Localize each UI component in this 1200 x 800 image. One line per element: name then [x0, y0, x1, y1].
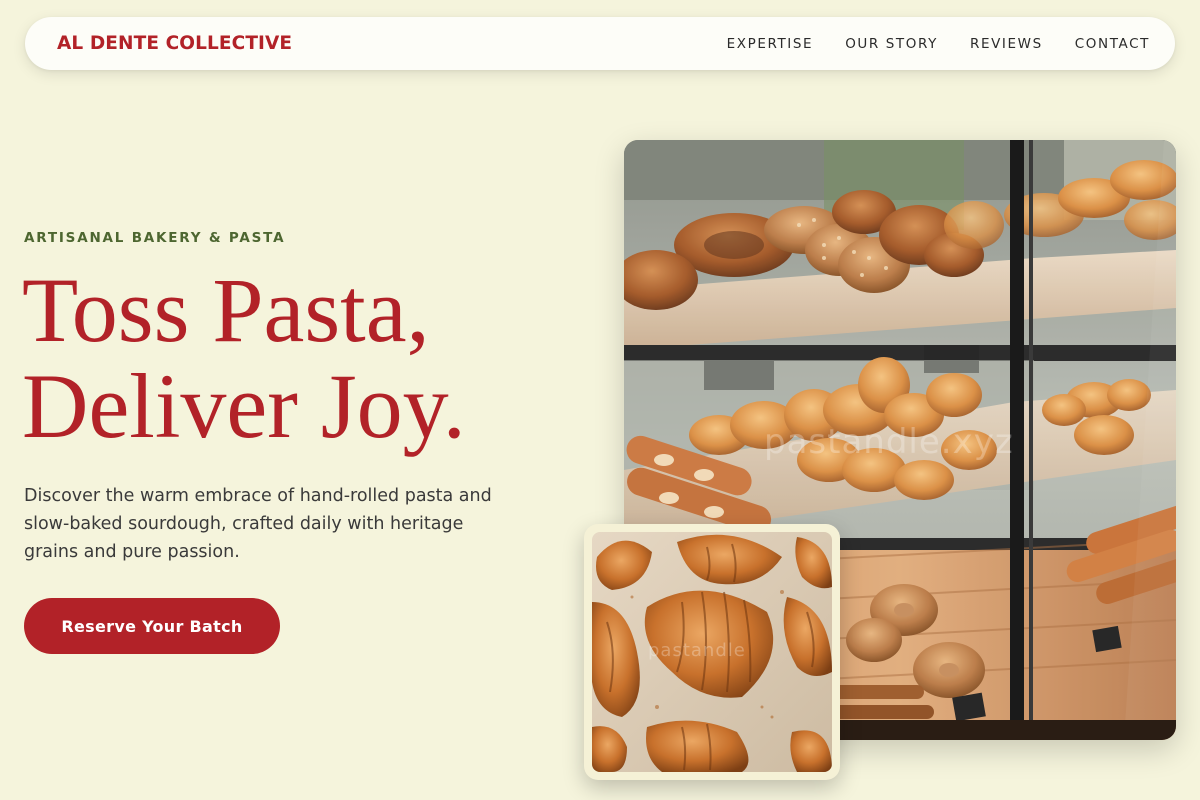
hero-eyebrow: ARTISANAL BAKERY & PASTA [24, 230, 286, 246]
landing-page: AL DENTE COLLECTIVE EXPERTISE OUR STORY … [0, 0, 1200, 800]
headline-line-1: Toss Pasta, [22, 259, 430, 361]
headline-line-2: Deliver Joy. [22, 355, 466, 457]
hero-description: Discover the warm embrace of hand-rolled… [24, 486, 492, 562]
nav-links: EXPERTISE OUR STORY REVIEWS CONTACT [727, 36, 1150, 52]
reserve-batch-button[interactable]: Reserve Your Batch [24, 598, 280, 654]
nav-link-expertise[interactable]: EXPERTISE [727, 36, 814, 52]
brand-logo[interactable]: AL DENTE COLLECTIVE [57, 33, 292, 54]
hero-headline: Toss Pasta, Deliver Joy. [22, 262, 466, 454]
nav-link-our-story[interactable]: OUR STORY [845, 36, 938, 52]
croissant-tray-illustration [592, 532, 832, 772]
croissant-inset-photo: pastandle [584, 524, 840, 780]
croissant-photo-frame [592, 532, 832, 772]
nav-link-reviews[interactable]: REVIEWS [970, 36, 1043, 52]
top-navbar: AL DENTE COLLECTIVE EXPERTISE OUR STORY … [25, 17, 1175, 70]
nav-link-contact[interactable]: CONTACT [1075, 36, 1150, 52]
